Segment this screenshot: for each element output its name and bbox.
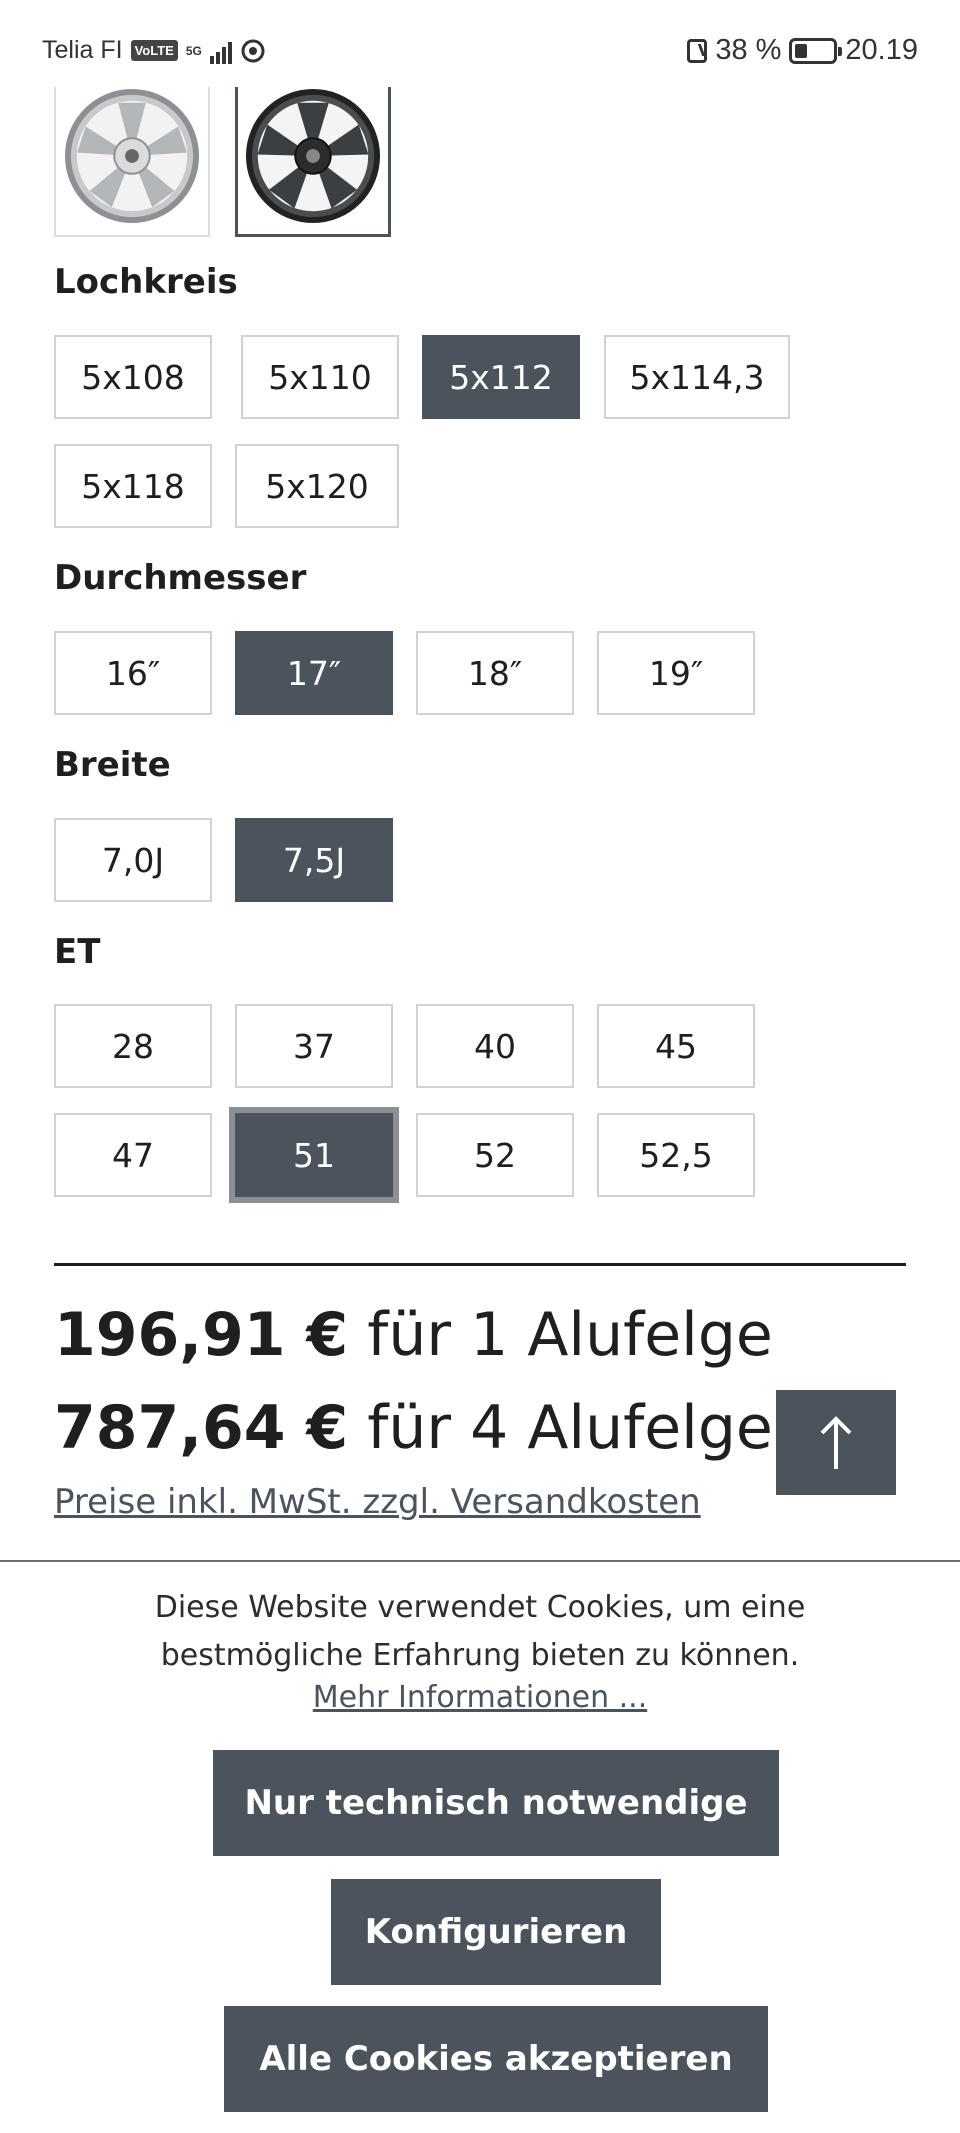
price-set-text: für 4 Alufelgen <box>348 1393 811 1463</box>
volte-badge: VoLTE <box>130 40 178 61</box>
status-left: Telia FI VoLTE 5G <box>42 36 266 65</box>
thumbnail-silver-wheel[interactable] <box>54 87 210 237</box>
battery-icon <box>789 37 843 64</box>
thumbnail-dark-wheel[interactable] <box>235 87 391 237</box>
option-lochkreis-5x120[interactable]: 5x120 <box>235 444 399 528</box>
durchmesser-label: Durchmesser <box>54 558 307 598</box>
accept-all-cookies-button[interactable]: Alle Cookies akzeptieren <box>224 2006 768 2112</box>
option-breite-7-5j[interactable]: 7,5J <box>235 818 393 902</box>
option-et-45[interactable]: 45 <box>597 1004 755 1088</box>
option-durchmesser-16[interactable]: 16″ <box>54 631 212 715</box>
option-durchmesser-19[interactable]: 19″ <box>597 631 755 715</box>
status-bar: Telia FI VoLTE 5G 38 % 20.19 <box>0 0 960 100</box>
price-set: 787,64 € für 4 Alufelgen <box>54 1393 811 1463</box>
option-lochkreis-5x114-3[interactable]: 5x114,3 <box>604 335 790 419</box>
cookie-message-line2: bestmögliche Erfahrung bieten zu können. <box>160 1638 800 1673</box>
lochkreis-label: Lochkreis <box>54 262 238 302</box>
option-et-47[interactable]: 47 <box>54 1113 212 1197</box>
option-breite-7-0j[interactable]: 7,0J <box>54 818 212 902</box>
option-durchmesser-18[interactable]: 18″ <box>416 631 574 715</box>
price-single-amount: 196,91 € <box>54 1300 349 1370</box>
option-et-28[interactable]: 28 <box>54 1004 212 1088</box>
signal-icon <box>209 38 232 64</box>
price-single: 196,91 € für 1 Alufelge <box>54 1300 773 1370</box>
dark-wheel-image <box>245 88 381 223</box>
carrier-name: Telia FI <box>42 36 123 64</box>
option-lochkreis-5x118[interactable]: 5x118 <box>54 444 212 528</box>
clock: 20.19 <box>845 34 918 66</box>
breite-label: Breite <box>54 745 171 785</box>
cookie-banner: Diese Website verwendet Cookies, um eine… <box>0 1560 960 2133</box>
hotspot-icon <box>241 39 265 62</box>
option-et-52-5[interactable]: 52,5 <box>597 1113 755 1197</box>
battery-percent: 38 % <box>715 34 782 66</box>
option-durchmesser-17[interactable]: 17″ <box>235 631 393 715</box>
necessary-cookies-button[interactable]: Nur technisch notwendige <box>213 1750 779 1856</box>
divider <box>54 1263 906 1266</box>
option-et-52[interactable]: 52 <box>416 1113 574 1197</box>
price-set-amount: 787,64 € <box>54 1393 349 1463</box>
cookie-more-info-link[interactable]: Mehr Informationen ... <box>0 1680 960 1715</box>
configure-cookies-button[interactable]: Konfigurieren <box>331 1879 661 1985</box>
cookie-message-line1: Diese Website verwendet Cookies, um eine <box>154 1590 806 1625</box>
arrow-up-icon <box>820 1415 852 1469</box>
vat-shipping-link[interactable]: Preise inkl. MwSt. zzgl. Versandkosten <box>54 1482 701 1522</box>
nfc-icon <box>687 38 708 63</box>
option-et-37[interactable]: 37 <box>235 1004 393 1088</box>
option-lochkreis-5x110[interactable]: 5x110 <box>241 335 399 419</box>
et-label: ET <box>54 932 101 972</box>
option-et-40[interactable]: 40 <box>416 1004 574 1088</box>
silver-wheel-image <box>64 88 200 224</box>
price-single-text: für 1 Alufelge <box>348 1300 773 1370</box>
option-et-51[interactable]: 51 <box>229 1107 399 1203</box>
cookie-message: Diese Website verwendet Cookies, um eine… <box>0 1584 960 1680</box>
network-type: 5G <box>185 43 202 58</box>
scroll-to-top-button[interactable] <box>776 1390 896 1495</box>
status-right: 38 % 20.19 <box>687 34 918 67</box>
option-lochkreis-5x108[interactable]: 5x108 <box>54 335 212 419</box>
option-lochkreis-5x112[interactable]: 5x112 <box>422 335 580 419</box>
